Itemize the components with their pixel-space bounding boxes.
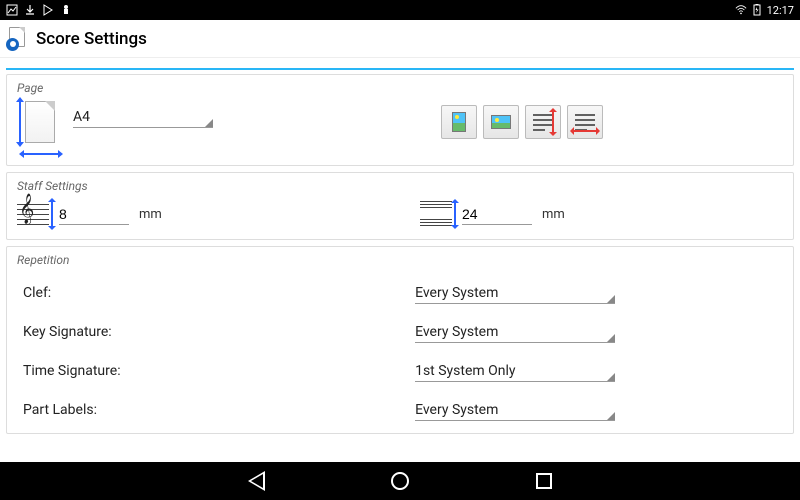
margins-vertical-button[interactable] [525, 105, 561, 139]
part-labels-row: Part Labels: Every System [17, 390, 783, 429]
page-size-spinner[interactable]: A4 [73, 105, 213, 128]
time-signature-label: Time Signature: [23, 363, 415, 379]
part-labels-label: Part Labels: [23, 402, 415, 418]
key-signature-spinner[interactable]: Every System [415, 320, 615, 343]
accent-divider [6, 68, 794, 70]
page-section-title: Page [17, 81, 783, 95]
page-size-icon [17, 101, 61, 155]
staff-height-input[interactable] [59, 204, 129, 225]
page-title: Score Settings [36, 29, 147, 49]
staff-height-icon [17, 200, 49, 228]
status-bar: 12:17 [0, 0, 800, 20]
time-signature-row: Time Signature: 1st System Only [17, 351, 783, 390]
part-labels-spinner[interactable]: Every System [415, 398, 615, 421]
app-icon [6, 27, 30, 51]
action-bar: Score Settings [0, 20, 800, 58]
recents-button[interactable] [532, 469, 556, 493]
battery-charging-icon [751, 4, 763, 16]
usb-debug-icon [60, 4, 72, 16]
home-button[interactable] [388, 469, 412, 493]
wifi-icon [735, 4, 747, 16]
clef-row: Clef: Every System [17, 273, 783, 312]
time-signature-spinner[interactable]: 1st System Only [415, 359, 615, 382]
system-spacing-unit: mm [542, 207, 565, 222]
repetition-section-title: Repetition [17, 253, 783, 267]
key-signature-row: Key Signature: Every System [17, 312, 783, 351]
play-store-icon [42, 4, 54, 16]
staff-height-unit: mm [139, 207, 162, 222]
margins-horizontal-button[interactable] [567, 105, 603, 139]
system-spacing-input[interactable] [462, 204, 532, 225]
image-icon [6, 4, 18, 16]
key-signature-label: Key Signature: [23, 324, 415, 340]
navigation-bar [0, 462, 800, 500]
download-icon [24, 4, 36, 16]
clef-label: Clef: [23, 285, 415, 301]
status-time: 12:17 [767, 4, 794, 17]
back-button[interactable] [244, 469, 268, 493]
clef-spinner[interactable]: Every System [415, 281, 615, 304]
system-spacing-icon [420, 199, 452, 229]
orientation-portrait-button[interactable] [441, 105, 477, 139]
page-section: Page A4 [6, 74, 794, 166]
repetition-section: Repetition Clef: Every System Key Signat… [6, 246, 794, 434]
staff-section: Staff Settings mm mm [6, 172, 794, 240]
staff-section-title: Staff Settings [17, 179, 783, 193]
orientation-landscape-button[interactable] [483, 105, 519, 139]
